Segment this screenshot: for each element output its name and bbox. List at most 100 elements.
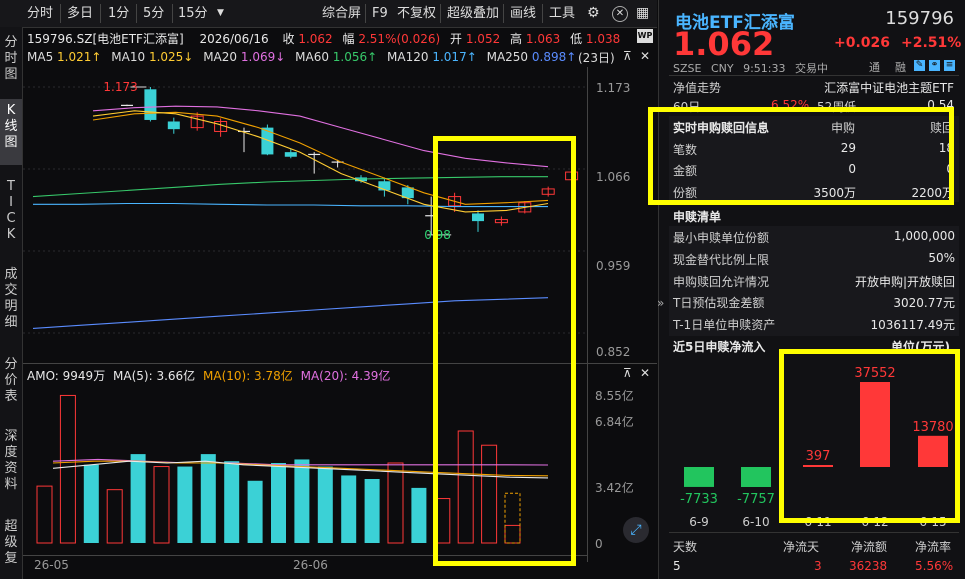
security-code: 159796: [885, 8, 954, 29]
highlight-box: [433, 136, 576, 566]
volume-bar: [271, 463, 286, 543]
ma120-label: MA120: [387, 50, 429, 64]
ma20-label: MA20: [203, 50, 238, 64]
inflow-days-header: 净流天: [783, 540, 820, 554]
volume-tick: 6.84亿: [595, 415, 634, 429]
highlight-box: [779, 349, 960, 523]
wp-badge-icon[interactable]: WP: [637, 29, 653, 43]
super-overlay-button[interactable]: 超级叠加: [447, 5, 499, 22]
edit-icon[interactable]: ✎: [914, 60, 925, 71]
quote-time: 9:51:33: [743, 62, 786, 75]
close-icon[interactable]: ✕: [640, 366, 650, 380]
inflow-amount-header: 净流额: [851, 540, 888, 554]
draw-line-button[interactable]: 画线: [510, 5, 536, 22]
vol-ma10-value: MA(10): 3.78亿: [203, 369, 293, 383]
vol-ma20-value: MA(20): 4.39亿: [300, 369, 391, 383]
kline-info-row: 159796.SZ[电池ETF汇添富] 2026/06/16 收 1.062 幅…: [27, 30, 620, 47]
vtab-tick[interactable]: TICK: [0, 179, 22, 257]
tag-tong: 通: [869, 61, 880, 74]
link-icon[interactable]: ⚭: [929, 60, 940, 71]
vtab-deep-data[interactable]: 深度资料: [0, 429, 22, 507]
close-value: 1.062: [298, 32, 333, 46]
inflow-bar-label: -7757: [737, 492, 775, 507]
volume-bar: [364, 479, 380, 543]
date-tick: 26-05: [34, 558, 69, 572]
volume-bar: [247, 480, 263, 543]
volume-bar: [36, 485, 53, 544]
tab-intraday[interactable]: 分时: [27, 5, 53, 22]
candle-body: [144, 89, 157, 120]
bar-date: 2026/06/16: [199, 32, 269, 46]
grid-layout-icon[interactable]: ▦: [636, 5, 649, 22]
toolbar-divider: [542, 4, 543, 23]
inflow-amount-value: 36238: [849, 559, 888, 573]
toolbar-divider: [60, 4, 61, 23]
gear-icon[interactable]: ⚙: [587, 5, 600, 22]
volume-bar: [294, 459, 310, 543]
tab-1min[interactable]: 1分: [108, 5, 129, 22]
f9-button[interactable]: F9: [372, 5, 388, 22]
period-dropdown-icon[interactable]: ▼: [217, 5, 224, 22]
collapse-up-icon[interactable]: ⊼: [623, 49, 632, 63]
volume-bar: [106, 489, 123, 544]
toolbar-divider: [503, 4, 504, 23]
ma10-label: MA10: [111, 50, 146, 64]
volume-bar: [317, 466, 333, 543]
candle-body: [284, 152, 297, 157]
list-item: 最小申赎单位份额 1,000,000: [673, 229, 955, 245]
expand-arrows-icon[interactable]: ⤢: [623, 517, 649, 543]
close-circle-icon[interactable]: ✕: [612, 6, 628, 22]
price-change: +0.026: [834, 35, 891, 51]
inflow-rate-value: 5.56%: [915, 559, 954, 573]
ma60-value: 1.056↑: [332, 50, 378, 64]
toolbar-divider: [172, 4, 173, 23]
tools-button[interactable]: 工具: [549, 5, 575, 22]
chart-toolbar: 分时 多日 1分 5分 15分 ▼ 综合屏 F9 不复权 超级叠加 画线 工具 …: [0, 0, 657, 28]
tab-15min[interactable]: 15分: [178, 5, 208, 22]
inflow-bar: [741, 467, 771, 487]
nav-trend-label[interactable]: 净值走势: [673, 79, 721, 96]
net-inflow-title: 近5日申赎净流入: [673, 340, 766, 354]
list-item: 申购赎回允许情况 开放申购|开放赎回: [673, 275, 955, 289]
volume-info-row: AMO: 9949万 MA(5): 3.66亿 MA(10): 3.78亿 MA…: [27, 367, 390, 384]
vtab-kline-chart[interactable]: K线图: [0, 99, 22, 165]
currency: CNY: [710, 62, 734, 75]
toolbar-divider: [440, 4, 441, 23]
ma10-value: 1.025↓: [148, 50, 194, 64]
vtab-trade-detail[interactable]: 成交明细: [0, 267, 22, 345]
more-icon[interactable]: ≡: [944, 60, 955, 71]
collapse-up-icon[interactable]: ⊼: [623, 366, 632, 380]
close-label: 收: [282, 32, 295, 46]
high-value: 1.063: [525, 32, 561, 46]
ma60-label: MA60: [295, 50, 329, 64]
change-label: 幅: [342, 32, 355, 46]
tab-multi-day[interactable]: 多日: [67, 5, 93, 22]
vtab-price-table[interactable]: 分价表: [0, 357, 22, 415]
volume-bar: [341, 475, 357, 543]
volume-bar: [387, 462, 404, 544]
low-value: 1.038: [585, 32, 621, 46]
toolbar-divider: [100, 4, 101, 23]
kline-chart-panel: 159796.SZ[电池ETF汇添富] 2026/06/16 收 1.062 幅…: [23, 27, 657, 579]
no-adjust-button[interactable]: 不复权: [397, 5, 436, 22]
vtab-intraday-chart[interactable]: 分时图: [0, 35, 22, 93]
fund-full-name: 汇添富中证电池主题ETF: [824, 81, 954, 95]
period-badge[interactable]: (23日): [578, 49, 615, 66]
volume-bar: [200, 454, 216, 543]
divider: [669, 532, 959, 533]
change-value: 2.51%(0.026): [358, 32, 441, 46]
price-tick: 0.852: [596, 345, 631, 359]
collapse-panel-icon[interactable]: »: [657, 296, 664, 310]
volume-tick: 3.42亿: [595, 481, 634, 495]
list-item: T-1日单位申赎资产 1036117.49元: [673, 318, 955, 332]
close-icon[interactable]: ✕: [640, 49, 650, 63]
date-tick: 26-06: [293, 558, 328, 572]
ma5-label: MA5: [27, 50, 54, 64]
combo-screen-button[interactable]: 综合屏: [322, 5, 361, 22]
days-value: 5: [673, 559, 681, 573]
volume-bar: [177, 466, 193, 543]
price-tick: 0.959: [596, 259, 631, 273]
tab-5min[interactable]: 5分: [143, 5, 164, 22]
vtab-super-restore[interactable]: 超级复: [0, 519, 22, 579]
volume-tick: 8.55亿: [595, 389, 634, 403]
